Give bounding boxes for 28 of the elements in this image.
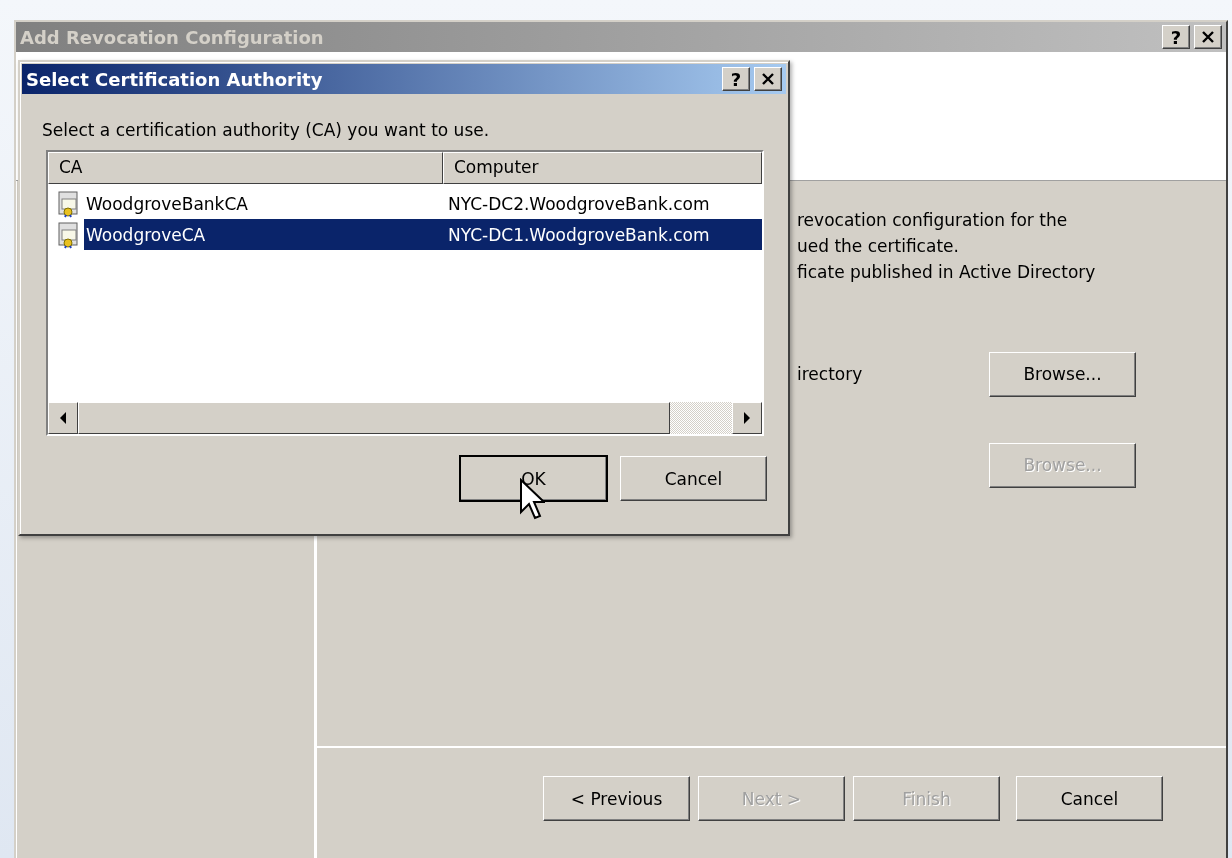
column-header[interactable]: CA [48, 152, 443, 184]
browse-button[interactable]: Browse... [989, 351, 1136, 397]
option-label: irectory [797, 364, 864, 384]
horizontal-scrollbar[interactable] [48, 402, 762, 434]
prompt-text: Select a certification authority (CA) you want to use. [42, 120, 491, 140]
description-text: revocation configuration for the ued the certificate. ficate published in Active Directory [797, 209, 1097, 284]
dialog-button[interactable]: Cancel [620, 456, 767, 501]
list-row[interactable]: WoodgroveBankCA NYC-DC2.WoodgroveBank.com [84, 188, 762, 219]
close-button[interactable] [754, 67, 782, 91]
wizard-button[interactable]: < Previous [543, 776, 690, 821]
close-icon [1201, 31, 1215, 43]
dialog-button[interactable]: OK [460, 456, 607, 501]
dialog-title: Select Certification Authority [26, 68, 324, 90]
ca-name: WoodgroveCA [85, 224, 207, 245]
help-button[interactable]: ? [722, 67, 750, 91]
window-title: Add Revocation Configuration [20, 26, 325, 48]
scroll-right-icon[interactable] [732, 402, 762, 434]
ca-name: WoodgroveBankCA [85, 193, 249, 214]
computer-name: NYC-DC2.WoodgroveBank.com [448, 193, 710, 214]
column-header[interactable]: Computer [443, 152, 762, 184]
scrollbar-thumb[interactable] [78, 402, 670, 434]
list-row[interactable]: WoodgroveCA NYC-DC1.WoodgroveBank.com [84, 219, 762, 250]
help-button[interactable]: ? [1162, 25, 1190, 49]
scroll-left-icon[interactable] [48, 402, 78, 434]
close-button[interactable] [1194, 25, 1222, 49]
computer-name: NYC-DC1.WoodgroveBank.com [448, 224, 710, 245]
close-icon [761, 73, 775, 85]
wizard-button[interactable]: Cancel [1016, 776, 1163, 821]
